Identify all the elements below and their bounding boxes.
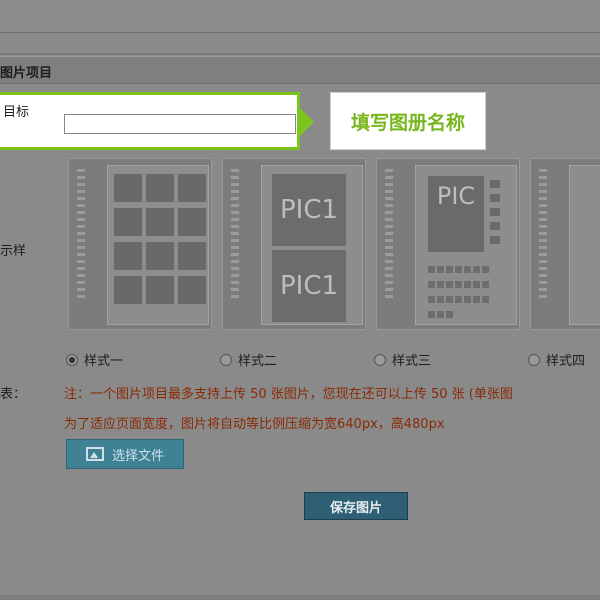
radio-icon[interactable]: [220, 353, 232, 366]
upload-label: 表：: [0, 387, 27, 402]
upload-limit-notice: 注：一个图片项目最多支持上传 50 张图片，您现在还可以上传 50 张 (单张图: [64, 387, 513, 402]
radio-icon[interactable]: [374, 353, 386, 366]
nav-dots: [385, 169, 395, 302]
side-thumbs: [490, 180, 500, 250]
title-label: 目标: [3, 105, 30, 120]
style-label: 示样: [0, 244, 27, 259]
top-bar: [0, 0, 600, 33]
album-title-input[interactable]: [64, 114, 296, 134]
bottom-border: [0, 595, 600, 600]
hint-text: 填写图册名称: [350, 111, 465, 134]
choose-file-label: 选择文件: [111, 448, 164, 464]
grid-preview: [107, 165, 209, 325]
nav-dots: [77, 169, 87, 302]
style-option-label: 样式三: [392, 354, 432, 369]
list-preview: [569, 165, 600, 325]
choose-file-button[interactable]: 选择文件: [66, 439, 184, 469]
nav-dots: [231, 169, 241, 302]
style-card-4[interactable]: [530, 158, 600, 330]
pic-placeholder: PIC1: [272, 174, 346, 246]
style-card-1[interactable]: [68, 158, 212, 330]
style-option-4[interactable]: 样式四: [528, 350, 585, 369]
style-option-2[interactable]: 样式二: [220, 350, 277, 369]
style-card-2[interactable]: PIC1 PIC1: [222, 158, 366, 330]
stacked-preview: PIC1 PIC1: [261, 165, 363, 325]
style-card-3[interactable]: PIC: [376, 158, 520, 330]
style-option-3[interactable]: 样式三: [374, 350, 431, 369]
highlight-arrow: [300, 108, 314, 136]
style-option-label: 样式二: [238, 354, 278, 369]
style-option-label: 样式四: [546, 354, 586, 369]
radio-icon[interactable]: [528, 353, 540, 366]
save-images-button[interactable]: 保存图片: [304, 492, 408, 520]
resize-notice: 为了适应页面宽度，图片将自动等比例压缩为宽640px，高480px: [64, 417, 445, 432]
radio-checked-icon[interactable]: [66, 353, 78, 366]
toolbar-strip: [0, 33, 600, 55]
style-option-1[interactable]: 样式一: [66, 350, 123, 369]
section-header: 图片项目: [0, 56, 600, 84]
style-option-label: 样式一: [84, 354, 124, 369]
save-label: 保存图片: [329, 500, 382, 516]
nav-dots: [539, 169, 549, 302]
thumb-grid: [428, 264, 498, 324]
pic-placeholder: PIC1: [272, 250, 346, 322]
hint-callout: 填写图册名称: [330, 92, 486, 150]
section-title: 图片项目: [0, 66, 53, 81]
pic-placeholder: PIC: [428, 176, 484, 252]
image-icon: [85, 447, 104, 461]
slideshow-preview: PIC: [415, 165, 517, 325]
